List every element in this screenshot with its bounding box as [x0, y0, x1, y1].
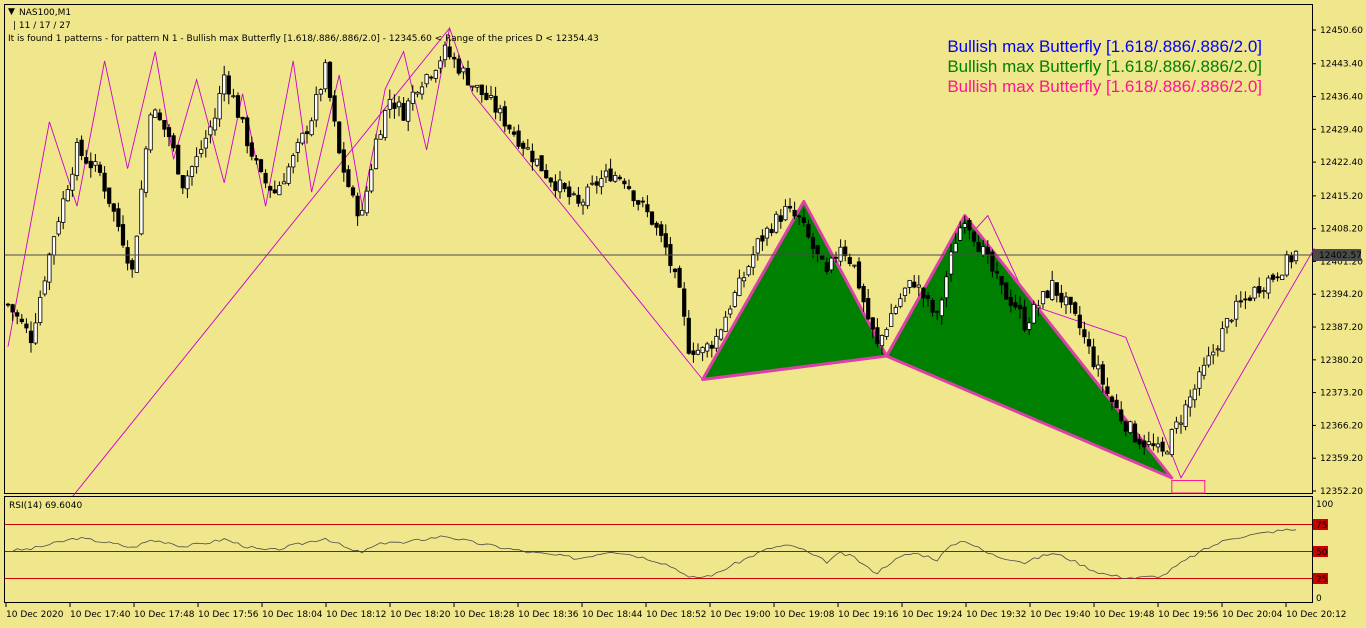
time-tick-label: 10 Dec 17:56 — [198, 610, 259, 620]
price-tick-label: 12443.40 — [1320, 60, 1363, 70]
candle — [148, 112, 153, 153]
time-tick-label: 10 Dec 19:40 — [1030, 610, 1091, 620]
candle — [1280, 274, 1285, 280]
price-tick-label: 12366.20 — [1320, 421, 1363, 431]
candle — [1073, 301, 1078, 316]
candle — [746, 264, 751, 277]
time-tick-label: 10 Dec 19:32 — [966, 610, 1027, 620]
price-tick-label: 12408.20 — [1320, 225, 1363, 235]
candle — [300, 132, 305, 146]
time-tick-label: 10 Dec 19:48 — [1094, 610, 1155, 620]
price-tick-label: 12422.40 — [1320, 158, 1363, 168]
candle — [258, 158, 264, 174]
candle — [327, 60, 333, 102]
menu-arrow-icon[interactable]: ▼ — [8, 7, 15, 17]
price-tick-label: 12387.20 — [1320, 323, 1363, 333]
time-tick-label: 10 Dec 18:20 — [390, 610, 451, 620]
candle — [1183, 399, 1188, 431]
time-tick-label: 10 Dec 2020 — [6, 610, 64, 620]
candle — [323, 59, 328, 93]
candle — [235, 92, 241, 118]
rsi-label: RSI(14) 69.6040 — [9, 501, 82, 511]
time-tick-label: 10 Dec 18:52 — [646, 610, 707, 620]
price-tick-label: 12429.40 — [1320, 125, 1363, 135]
time-tick-label: 10 Dec 19:56 — [1158, 610, 1219, 620]
rsi-panel — [4, 496, 1313, 603]
time-tick-label: 10 Dec 18:04 — [262, 610, 323, 620]
time-tick-label: 10 Dec 18:28 — [454, 610, 515, 620]
candle — [1045, 289, 1050, 299]
candle — [176, 144, 181, 175]
time-tick-label: 10 Dec 20:12 — [1286, 610, 1347, 620]
rsi-level-75-label: 75 — [1316, 521, 1327, 531]
chart-canvas: ▼ NAS100,M1 | 11 / 17 / 27 It is found 1… — [4, 4, 1363, 620]
price-tick-label: 12415.20 — [1320, 192, 1363, 202]
rsi-scale-max: 100 — [1316, 500, 1333, 510]
candle — [153, 108, 158, 118]
symbol-label: NAS100,M1 — [19, 8, 71, 18]
candle — [1128, 420, 1133, 435]
rsi-level-50-label: 50 — [1316, 548, 1328, 558]
time-tick-label: 10 Dec 19:08 — [774, 610, 835, 620]
time-tick-label: 10 Dec 17:40 — [70, 610, 131, 620]
legend-line-green: Bullish max Butterfly [1.618/.886/.886/2… — [947, 57, 1262, 76]
candle — [74, 137, 80, 181]
time-tick-label: 10 Dec 19:00 — [710, 610, 771, 620]
rsi-scale-min: 0 — [1316, 594, 1322, 604]
candle — [856, 257, 862, 290]
time-tick-label: 10 Dec 18:36 — [518, 610, 579, 620]
time-tick-label: 10 Dec 18:12 — [326, 610, 387, 620]
legend-line-blue: Bullish max Butterfly [1.618/.886/.886/2… — [947, 37, 1262, 56]
candle — [337, 121, 342, 155]
candle — [585, 183, 590, 209]
candle — [1004, 281, 1009, 300]
price-tick-label: 12380.20 — [1320, 356, 1363, 366]
time-tick-label: 10 Dec 17:48 — [134, 610, 195, 620]
time-axis: 10 Dec 2020 10 Dec 17:40 10 Dec 17:48 10 De… — [5, 603, 1347, 620]
price-tick-label: 12373.20 — [1320, 389, 1363, 399]
subline-label: | 11 / 17 / 27 — [13, 21, 71, 31]
price-axis: 12450.60 12443.40 12436.40 12429.40 12422.40… — [1312, 26, 1363, 497]
price-tick-label: 12359.20 — [1320, 454, 1363, 464]
candle — [1031, 300, 1036, 324]
candle — [1132, 420, 1138, 443]
time-tick-label: 10 Dec 20:04 — [1222, 610, 1283, 620]
candle — [649, 211, 655, 226]
time-tick-label: 10 Dec 18:44 — [582, 610, 643, 620]
time-tick-label: 10 Dec 19:24 — [902, 610, 963, 620]
candle — [774, 211, 779, 234]
candle — [373, 134, 379, 170]
candle — [286, 163, 291, 186]
candle — [332, 90, 337, 127]
candle — [134, 235, 139, 273]
legend-line-pink: Bullish max Butterfly [1.618/.886/.886/2… — [947, 77, 1262, 96]
price-tick-label: 12352.20 — [1320, 487, 1363, 497]
candle — [677, 265, 682, 288]
candle — [539, 155, 544, 172]
candle — [718, 328, 724, 341]
price-tick-label: 12394.20 — [1320, 290, 1363, 300]
pattern-info: It is found 1 patterns - for pattern N 1… — [8, 34, 599, 44]
price-tick-label: 12436.40 — [1320, 93, 1363, 103]
price-tick-label: 12450.60 — [1320, 26, 1363, 36]
rsi-level-25-label: 25 — [1316, 575, 1327, 585]
candle — [383, 109, 388, 141]
candle — [143, 145, 149, 198]
current-price-label: 12402.57 — [1319, 251, 1362, 261]
time-tick-label: 10 Dec 19:16 — [838, 610, 899, 620]
candle — [1169, 428, 1174, 457]
candle — [732, 290, 737, 308]
